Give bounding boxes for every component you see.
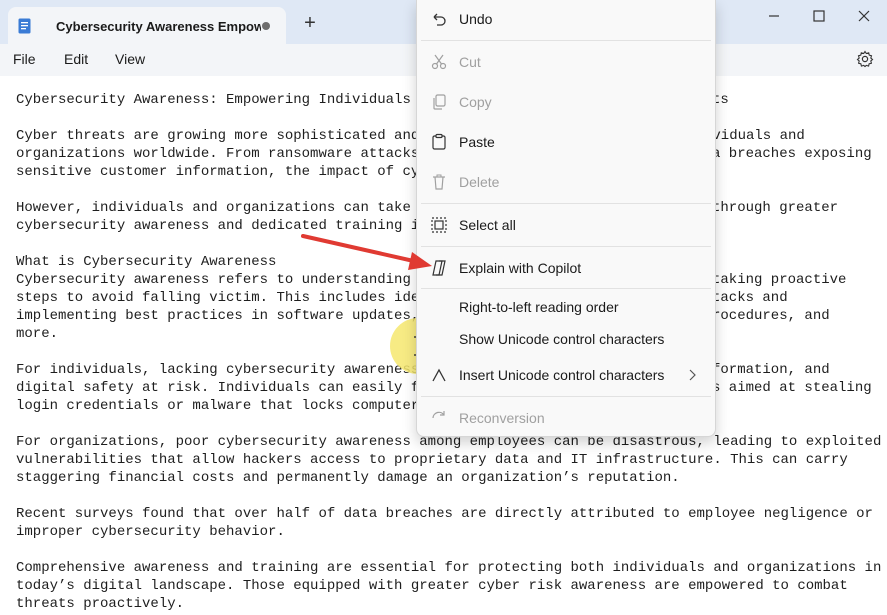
tab-title: Cybersecurity Awareness Empower — [56, 19, 261, 34]
menu-label: Delete — [459, 174, 500, 190]
editor-line: Recent surveys found that over half of d… — [16, 506, 873, 522]
editor-line: However, individuals and organizations c… — [16, 200, 437, 216]
editor-line: steps to avoid falling victim. This incl… — [16, 290, 437, 306]
menu-item-show-unicode[interactable]: Show Unicode control characters — [417, 322, 715, 356]
document-tab[interactable]: Cybersecurity Awareness Empower — [8, 7, 286, 44]
editor-line: Comprehensive awareness and training are… — [16, 560, 882, 576]
minimize-icon[interactable] — [760, 6, 788, 26]
menu-view[interactable]: View — [115, 51, 145, 67]
editor-line: s aimed at stealing — [712, 380, 872, 396]
menu-item-reconversion[interactable]: Reconversion — [417, 401, 715, 435]
menu-item-rtl-reading-order[interactable]: Right-to-left reading order — [417, 290, 715, 324]
editor-line: improper cybersecurity behavior. — [16, 524, 285, 540]
divider — [421, 246, 711, 247]
insert-icon — [432, 368, 446, 382]
editor-line: digital safety at risk. Individuals can … — [16, 380, 437, 396]
menu-item-cut[interactable]: Cut — [417, 45, 715, 79]
menu-item-paste[interactable]: Paste — [417, 125, 715, 159]
document-icon — [18, 18, 31, 34]
editor-line: Cybersecurity awareness refers to unders… — [16, 272, 437, 288]
menu-item-explain-with-copilot[interactable]: Explain with Copilot — [417, 251, 715, 285]
divider — [421, 40, 711, 41]
close-icon[interactable] — [850, 6, 878, 26]
delete-icon — [433, 174, 445, 190]
chevron-right-icon — [689, 369, 696, 381]
editor-line: login credentials or malware that locks … — [16, 398, 437, 414]
paste-icon — [432, 133, 446, 150]
menu-item-delete[interactable]: Delete — [417, 165, 715, 199]
divider — [421, 288, 711, 289]
menu-item-copy[interactable]: Copy — [417, 85, 715, 119]
menu-file[interactable]: File — [13, 51, 36, 67]
gear-icon[interactable] — [856, 50, 874, 68]
editor-line: more. — [16, 326, 59, 342]
editor-line: organizations worldwide. From ransomware… — [16, 146, 437, 162]
unsaved-indicator[interactable] — [262, 22, 270, 30]
divider — [421, 203, 711, 204]
menu-label: Select all — [459, 217, 516, 233]
editor-line: sensitive customer information, the impa… — [16, 164, 437, 180]
menu-label: Insert Unicode control characters — [459, 367, 665, 383]
editor-line: Cyber threats are growing more sophistic… — [16, 128, 437, 144]
menu-item-insert-unicode[interactable]: Insert Unicode control characters — [417, 358, 715, 392]
editor-line: rocedures, and — [712, 308, 830, 324]
menu-label: Undo — [459, 11, 493, 27]
editor-line: vulnerabilities that allow hackers acces… — [16, 452, 848, 468]
editor-line: What is Cybersecurity Awareness — [16, 254, 277, 270]
editor-line: implementing best practices in software … — [16, 308, 437, 324]
divider — [421, 396, 711, 397]
editor-line: formation, and — [712, 362, 830, 378]
plus-icon[interactable]: + — [300, 13, 320, 34]
editor-line: threats proactively. — [16, 596, 185, 612]
select-all-icon — [431, 217, 447, 233]
context-menu: Undo Cut Copy Paste Delete Select all Ex… — [416, 0, 716, 437]
menu-label: Cut — [459, 54, 481, 70]
menu-label: Right-to-left reading order — [459, 299, 619, 315]
menu-edit[interactable]: Edit — [64, 51, 88, 67]
menu-label: Reconversion — [459, 410, 545, 426]
copy-icon — [433, 94, 446, 110]
menu-label: Show Unicode control characters — [459, 331, 665, 347]
menu-label: Paste — [459, 134, 495, 150]
menu-item-select-all[interactable]: Select all — [417, 208, 715, 242]
editor-line: through greater — [712, 200, 839, 216]
copilot-icon — [432, 260, 446, 276]
editor-line: taking proactive — [712, 272, 847, 288]
maximize-icon[interactable] — [805, 6, 833, 26]
menu-item-undo[interactable]: Undo — [417, 2, 715, 36]
menu-label: Copy — [459, 94, 492, 110]
reconversion-icon — [432, 411, 445, 419]
cut-icon — [431, 54, 447, 70]
undo-icon — [433, 13, 446, 26]
editor-line: Cybersecurity Awareness: Empowering Indi… — [16, 92, 437, 108]
editor-line: For individuals, lacking cybersecurity a… — [16, 362, 437, 378]
editor-line: a breaches exposing — [712, 146, 872, 162]
editor-line: staggering financial costs and permanent… — [16, 470, 680, 486]
editor-line: cybersecurity awareness and dedicated tr… — [16, 218, 437, 234]
editor-line: tacks and — [712, 290, 788, 306]
editor-line: ividuals and — [704, 128, 805, 144]
editor-line: today’s digital landscape. Those equippe… — [16, 578, 848, 594]
menu-label: Explain with Copilot — [459, 260, 582, 276]
